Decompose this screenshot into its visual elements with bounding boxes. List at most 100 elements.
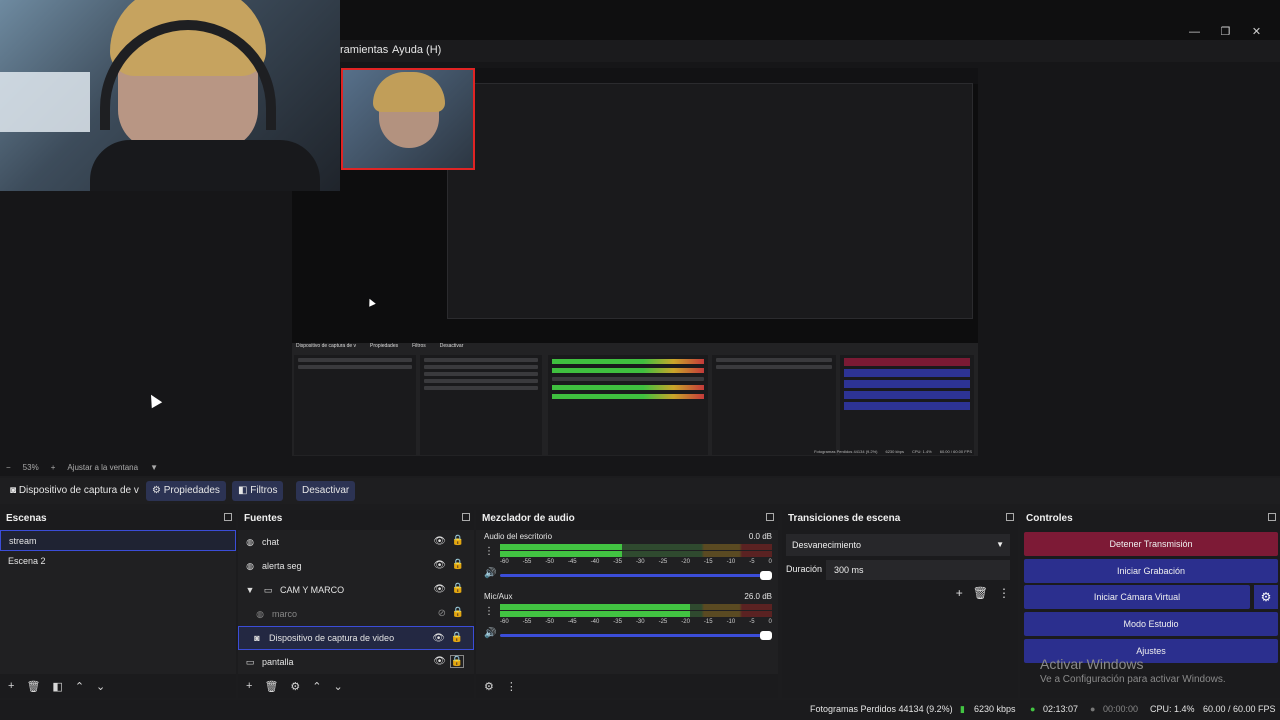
menu-tools[interactable]: ramientas (340, 44, 388, 56)
undock-icon[interactable] (224, 513, 232, 521)
zoom-out-icon[interactable]: − (6, 463, 11, 472)
menu-help[interactable]: Ayuda (H) (392, 44, 441, 56)
lock-icon[interactable]: 🔒 (452, 607, 464, 618)
globe-icon: ◍ (246, 561, 254, 571)
nested-webcam-source[interactable] (341, 68, 475, 170)
fps: 60.00 / 60.00 FPS (1203, 704, 1276, 714)
visibility-eye-icon[interactable]: 👁 (433, 656, 446, 667)
undock-icon[interactable] (1006, 513, 1014, 521)
start-virtual-camera-button[interactable]: Iniciar Cámara Virtual (1024, 585, 1250, 609)
sources-title: Fuentes (238, 510, 474, 528)
volume-meter: -60 -55 -50 -45 -40 -35 -30 -25 -20 -15 -10 -5 0 (500, 544, 772, 568)
lock-icon[interactable]: 🔒 (449, 655, 464, 668)
channel-menu-icon[interactable]: ⋮ (484, 606, 494, 617)
record-indicator-icon: ● (1090, 704, 1096, 714)
add-icon[interactable]: + (8, 680, 14, 692)
stop-stream-button[interactable]: Detener Transmisión (1024, 532, 1278, 556)
preview-zoom-bar: − 53% + Ajustar a la ventana ▼ (0, 458, 1280, 476)
undock-icon[interactable] (462, 513, 470, 521)
fit-dropdown-icon[interactable]: ▼ (150, 463, 158, 472)
add-icon[interactable]: + (246, 680, 252, 692)
sources-list: ◍ chat 👁 🔒 ◍ alerta seg 👁 🔒 ▼ ▭ CAM Y MA… (238, 530, 474, 674)
filters-button[interactable]: ◧ Filtros (232, 481, 284, 501)
hidden-eye-icon[interactable]: ⊘ (438, 608, 446, 619)
globe-icon: ◍ (246, 537, 254, 547)
filter-icon[interactable]: ◧ (52, 680, 62, 693)
nested-cpu: CPU: 1.4% (911, 449, 932, 454)
status-bar: Fotogramas Perdidos 44134 (9.2%) ▮ 6230 … (0, 700, 1280, 720)
stream-time: 02:13:07 (1043, 704, 1079, 714)
undock-icon[interactable] (766, 513, 774, 521)
channel-menu-icon[interactable]: ⋮ (484, 546, 494, 557)
move-down-icon[interactable]: ⌄ (334, 680, 343, 693)
source-item-pantalla[interactable]: ▭ pantalla 👁 🔒 (238, 650, 474, 674)
mixer-channel-mic: Mic/Aux 26.0 dB ⋮ -60 -55 -50 -45 -40 -35 -3… (476, 590, 778, 650)
source-item-marco[interactable]: ◍ marco ⊘ 🔒 (238, 602, 474, 626)
add-icon[interactable]: + (956, 586, 963, 600)
close-button[interactable]: ✕ (1241, 24, 1272, 40)
transitions-dock: Transiciones de escena Desvanecimiento ▼… (782, 510, 1018, 698)
zoom-level: 53% (22, 462, 39, 472)
live-indicator-icon: ● (1030, 704, 1036, 714)
transition-select[interactable]: Desvanecimiento ▼ (786, 534, 1010, 556)
lock-icon[interactable]: 🔒 (451, 632, 463, 643)
camera-icon: ◙ (10, 485, 17, 496)
gear-icon[interactable]: ⚙ (290, 680, 300, 693)
studio-mode-button[interactable]: Modo Estudio (1024, 612, 1278, 636)
volume-slider[interactable]: 🔊 (484, 628, 772, 642)
trash-icon[interactable]: 🗑 (973, 586, 988, 600)
lock-icon[interactable]: 🔒 (452, 583, 464, 594)
controls-title: Controles (1020, 510, 1280, 528)
visibility-eye-icon[interactable]: 👁 (432, 633, 445, 644)
virtual-camera-settings-icon[interactable]: ⚙ (1254, 585, 1278, 609)
undock-icon[interactable] (1268, 513, 1276, 521)
volume-meter: -60 -55 -50 -45 -40 -35 -30 -25 -20 -15 -10 -5 0 (500, 604, 772, 628)
nested-filters-label: Filtros (412, 343, 426, 349)
more-menu-icon[interactable]: ⋮ (998, 586, 1010, 600)
chevron-down-icon: ▼ (996, 540, 1004, 549)
source-item-alerta-seg[interactable]: ◍ alerta seg 👁 🔒 (238, 554, 474, 578)
gear-icon: ⚙ (152, 485, 161, 496)
chevron-down-icon[interactable]: ▼ (244, 584, 256, 596)
duration-input[interactable]: 300 ms (826, 560, 1010, 580)
mixer-channels: Audio del escritorio 0.0 dB ⋮ -60 -55 -50 … (476, 530, 778, 674)
maximize-button[interactable]: ❐ (1210, 24, 1241, 40)
scenes-title: Escenas (0, 510, 236, 528)
properties-button[interactable]: ⚙ Propiedades (146, 481, 226, 501)
nested-docks: Dispositivo de captura de v Propiedades … (292, 343, 978, 456)
scenes-list: stream Escena 2 (0, 530, 236, 674)
lock-icon[interactable]: 🔒 (452, 535, 464, 546)
more-menu-icon[interactable]: ⋮ (506, 680, 517, 693)
zoom-in-icon[interactable]: + (51, 463, 56, 472)
volume-slider[interactable]: 🔊 (484, 568, 772, 582)
visibility-eye-icon[interactable]: 👁 (433, 584, 446, 595)
slider-handle[interactable] (760, 631, 772, 640)
slider-handle[interactable] (760, 571, 772, 580)
nested-transitions (712, 355, 836, 455)
trash-icon[interactable]: 🗑 (26, 680, 40, 693)
scene-item-stream[interactable]: stream (0, 530, 236, 551)
fit-window-label[interactable]: Ajustar a la ventana (67, 463, 138, 472)
nested-fps: 60.00 / 60.00 FPS (939, 449, 972, 454)
source-group-cam-y-marco[interactable]: ▼ ▭ CAM Y MARCO 👁 🔒 (238, 578, 474, 602)
deactivate-button[interactable]: Desactivar (296, 481, 356, 501)
activation-watermark-title: Activar Windows (1040, 656, 1144, 672)
source-item-chat[interactable]: ◍ chat 👁 🔒 (238, 530, 474, 554)
globe-icon: ◍ (256, 609, 264, 619)
speaker-icon[interactable]: 🔊 (484, 628, 496, 639)
advanced-audio-icon[interactable]: ⚙ (484, 680, 494, 693)
lock-icon[interactable]: 🔒 (452, 559, 464, 570)
move-down-icon[interactable]: ⌄ (96, 680, 105, 693)
scene-item-escena-2[interactable]: Escena 2 (0, 551, 236, 572)
channel-db: 0.0 dB (748, 532, 772, 541)
trash-icon[interactable]: 🗑 (264, 680, 278, 693)
speaker-icon[interactable]: 🔊 (484, 568, 496, 579)
visibility-eye-icon[interactable]: 👁 (433, 536, 446, 547)
start-recording-button[interactable]: Iniciar Grabación (1024, 559, 1278, 583)
move-up-icon[interactable]: ⌃ (312, 680, 321, 693)
minimize-button[interactable]: — (1179, 24, 1210, 40)
move-up-icon[interactable]: ⌃ (75, 680, 84, 693)
monitor-icon: ▭ (245, 657, 255, 667)
visibility-eye-icon[interactable]: 👁 (433, 560, 446, 571)
source-item-capture-device[interactable]: ◙ Dispositivo de captura de video 👁 🔒 (238, 626, 474, 650)
